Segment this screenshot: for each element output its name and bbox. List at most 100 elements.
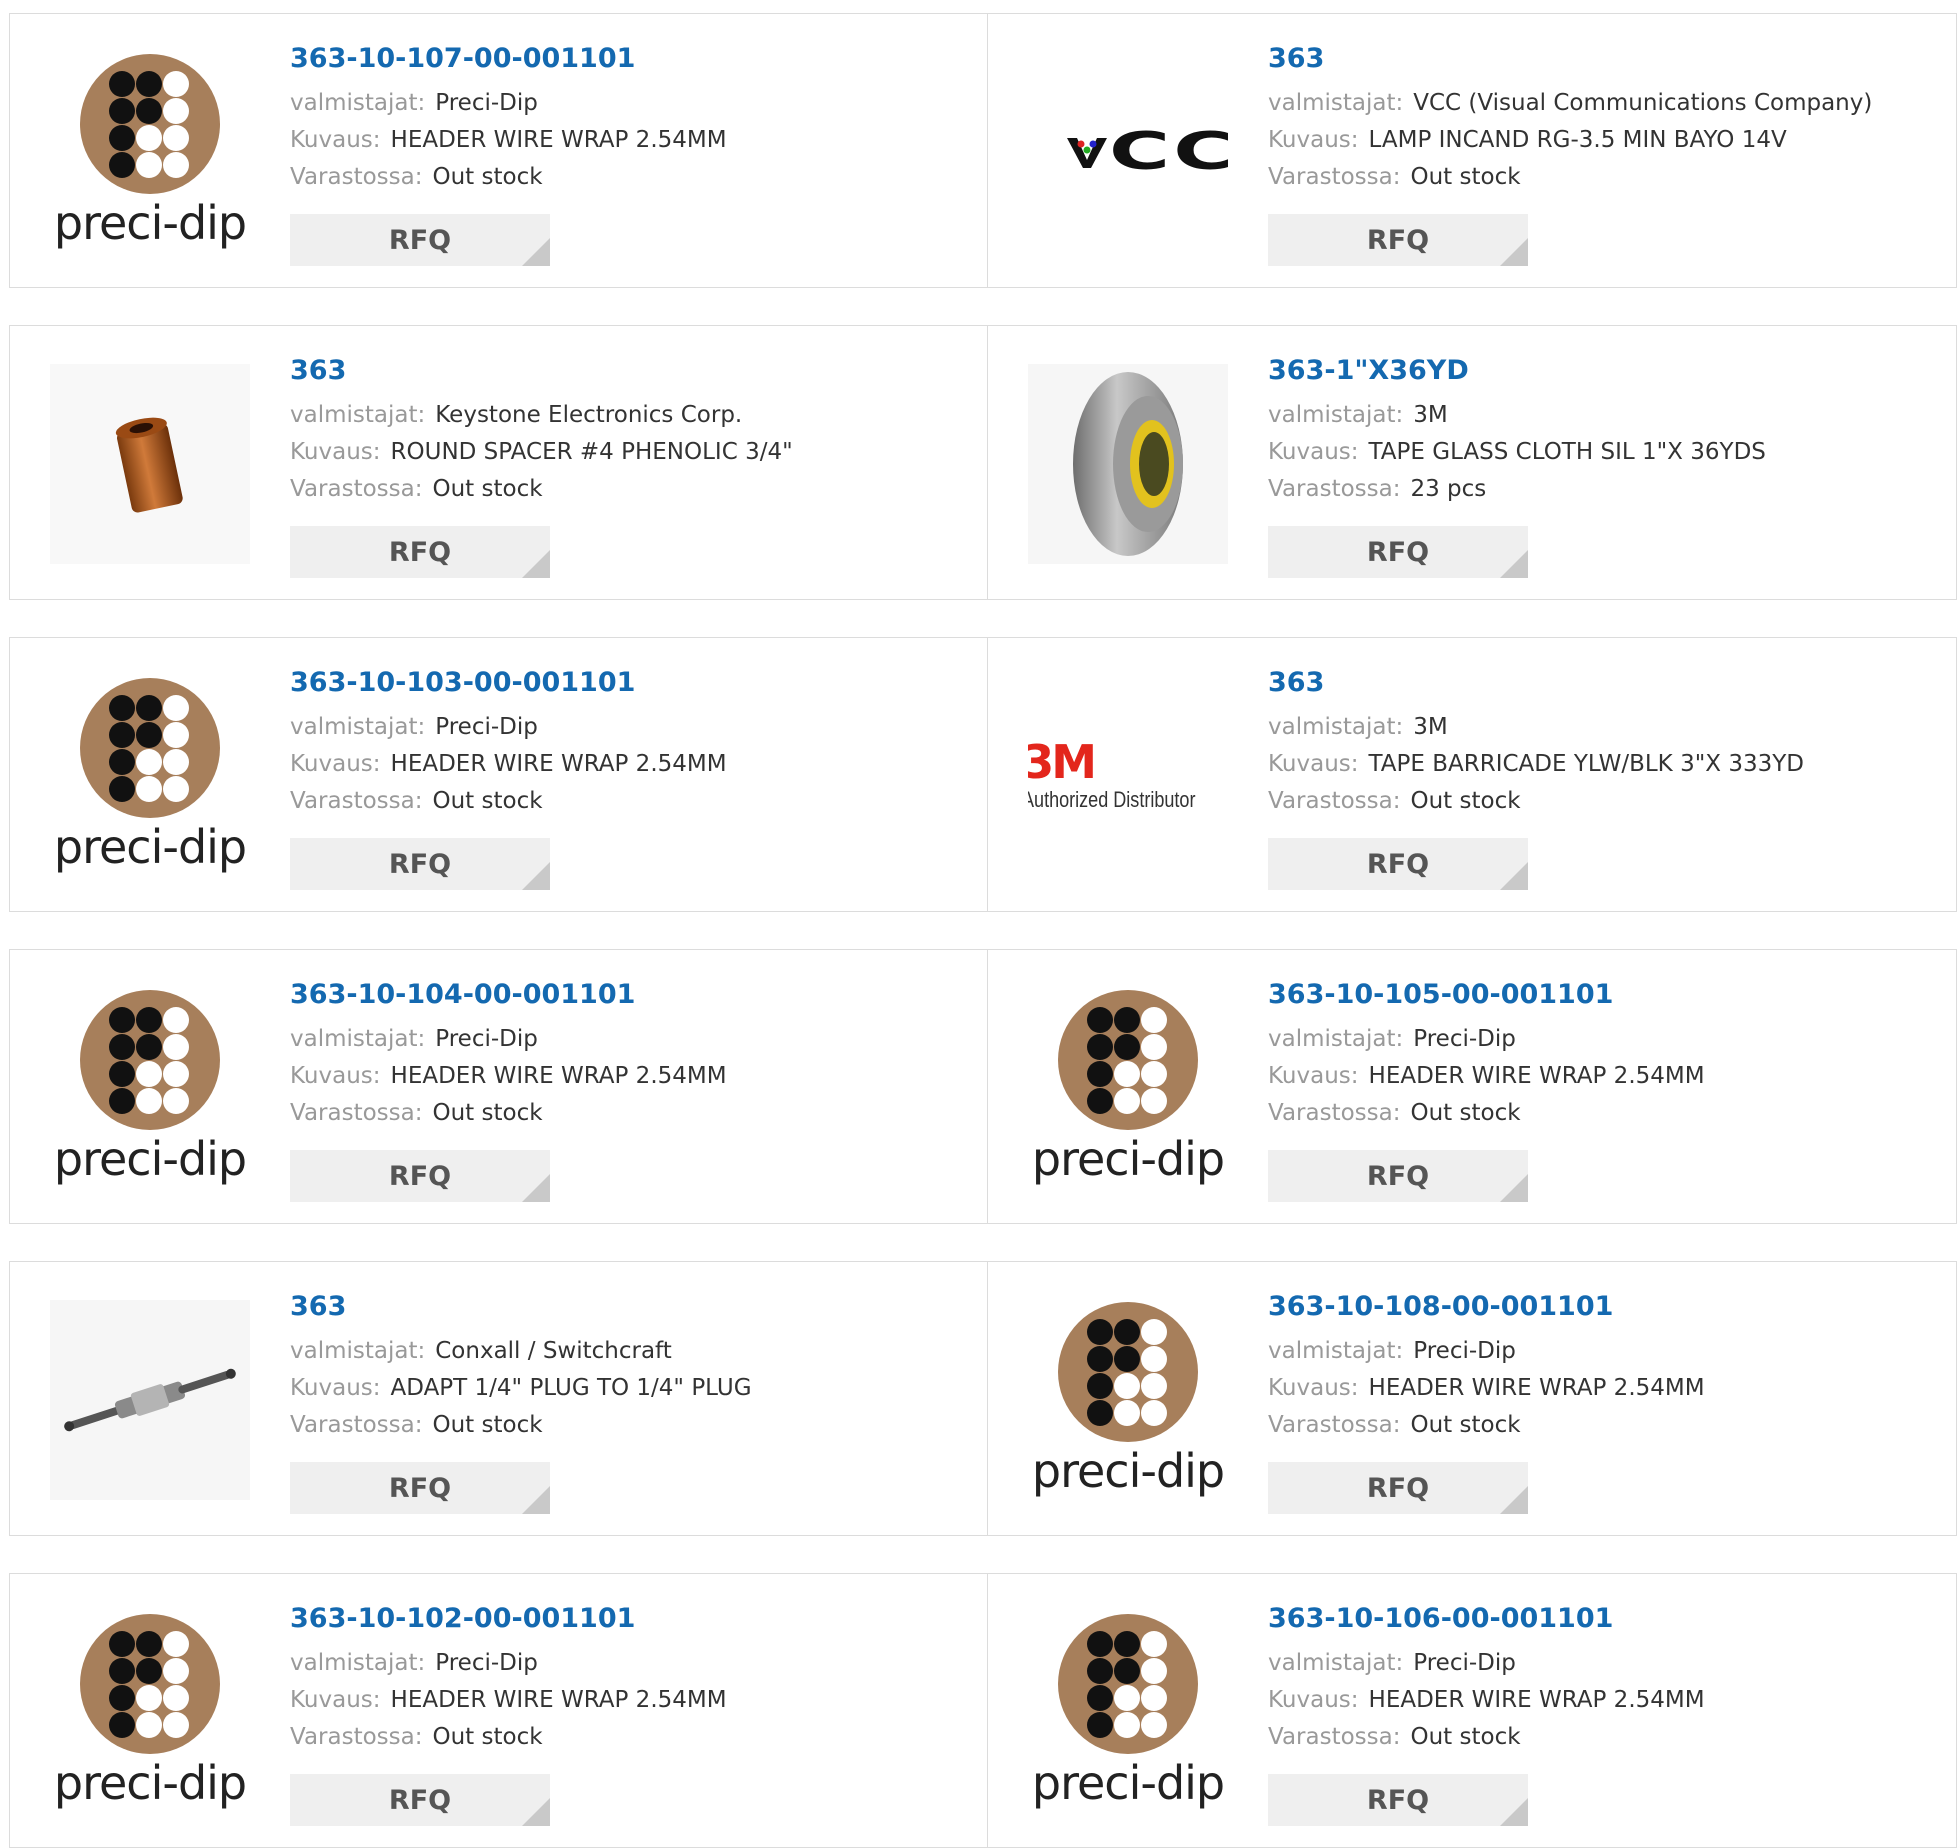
- manufacturer-label: valmistajat:: [1268, 402, 1404, 428]
- rfq-button[interactable]: RFQ: [290, 214, 550, 266]
- manufacturer-label: valmistajat:: [1268, 714, 1404, 740]
- rfq-button-label: RFQ: [388, 224, 452, 256]
- part-number-link[interactable]: 363: [1268, 41, 1946, 77]
- product-card: preci-dip 363-10-102-00-001101 valmistajat…: [9, 1573, 987, 1848]
- product-card: 363-1"X36YD valmistajat: 3M Kuvaus: TAPE GLA…: [987, 325, 1957, 600]
- manufacturer-row: valmistajat: Preci-Dip: [290, 85, 977, 122]
- description-value: HEADER WIRE WRAP 2.54MM: [390, 127, 727, 153]
- stock-value: Out stock: [432, 1100, 543, 1126]
- description-label: Kuvaus:: [1268, 1687, 1359, 1713]
- rfq-button-label: RFQ: [388, 848, 452, 880]
- rfq-button[interactable]: RFQ: [290, 1774, 550, 1826]
- product-info: 363-10-102-00-001101 valmistajat: Preci-Di…: [290, 1601, 977, 1756]
- rfq-button-label: RFQ: [388, 536, 452, 568]
- preci-dip-logo[interactable]: preci-dip: [1028, 1612, 1228, 1812]
- part-number-link[interactable]: 363-10-103-00-001101: [290, 665, 977, 701]
- preci-dip-logo[interactable]: preci-dip: [50, 52, 250, 252]
- product-info: 363-10-106-00-001101 valmistajat: Preci-Di…: [1268, 1601, 1946, 1756]
- preci-dip-logo[interactable]: preci-dip: [50, 676, 250, 876]
- part-number-link[interactable]: 363-10-105-00-001101: [1268, 977, 1946, 1013]
- rfq-button[interactable]: RFQ: [1268, 838, 1528, 890]
- description-row: Kuvaus: HEADER WIRE WRAP 2.54MM: [290, 122, 977, 159]
- description-value: HEADER WIRE WRAP 2.54MM: [1368, 1687, 1705, 1713]
- description-row: Kuvaus: HEADER WIRE WRAP 2.54MM: [290, 746, 977, 783]
- manufacturer-label: valmistajat:: [290, 90, 426, 116]
- part-number-link[interactable]: 363-10-107-00-001101: [290, 41, 977, 77]
- rfq-button-label: RFQ: [388, 1160, 452, 1192]
- rfq-button[interactable]: RFQ: [290, 838, 550, 890]
- rfq-button[interactable]: RFQ: [1268, 1462, 1528, 1514]
- stock-value: Out stock: [1410, 788, 1521, 814]
- rfq-button-label: RFQ: [388, 1784, 452, 1816]
- description-label: Kuvaus:: [1268, 127, 1359, 153]
- 3m-logo-text: 3M: [1028, 735, 1097, 789]
- rfq-button[interactable]: RFQ: [1268, 1774, 1528, 1826]
- manufacturer-label: valmistajat:: [1268, 1026, 1404, 1052]
- stock-label: Varastossa:: [290, 1100, 423, 1126]
- product-card: preci-dip 363-10-108-00-001101 valmistajat…: [987, 1261, 1957, 1536]
- rfq-button-label: RFQ: [388, 1472, 452, 1504]
- corner-triangle-icon: [1500, 1174, 1528, 1202]
- vcc-logo-text: CC: [1108, 122, 1228, 182]
- stock-label: Varastossa:: [1268, 788, 1401, 814]
- product-card: CC™ 363 valmistajat: VCC (Visual Communicat…: [987, 13, 1957, 288]
- part-number-link[interactable]: 363: [290, 353, 977, 389]
- manufacturer-value: Preci-Dip: [1413, 1338, 1516, 1364]
- description-value: HEADER WIRE WRAP 2.54MM: [390, 1063, 727, 1089]
- preci-dip-logo-text: preci-dip: [1031, 1132, 1225, 1186]
- part-number-link[interactable]: 363-10-108-00-001101: [1268, 1289, 1946, 1325]
- rfq-button-label: RFQ: [1366, 1160, 1430, 1192]
- stock-row: Varastossa: Out stock: [1268, 159, 1946, 196]
- manufacturer-label: valmistajat:: [290, 402, 426, 428]
- stock-value: Out stock: [1410, 1412, 1521, 1438]
- description-row: Kuvaus: ROUND SPACER #4 PHENOLIC 3/4": [290, 434, 977, 471]
- corner-triangle-icon: [522, 1486, 550, 1514]
- rfq-button-label: RFQ: [1366, 1472, 1430, 1504]
- description-row: Kuvaus: HEADER WIRE WRAP 2.54MM: [290, 1682, 977, 1719]
- stock-row: Varastossa: Out stock: [290, 783, 977, 820]
- part-number-link[interactable]: 363-10-104-00-001101: [290, 977, 977, 1013]
- preci-dip-logo[interactable]: preci-dip: [50, 988, 250, 1188]
- preci-dip-logo[interactable]: preci-dip: [1028, 988, 1228, 1188]
- description-value: HEADER WIRE WRAP 2.54MM: [390, 751, 727, 777]
- vcc-logo[interactable]: CC™: [1028, 52, 1228, 252]
- part-number-link[interactable]: 363: [1268, 665, 1946, 701]
- plug-adapter-photo[interactable]: [50, 1300, 250, 1500]
- stock-row: Varastossa: Out stock: [1268, 1407, 1946, 1444]
- manufacturer-value: Preci-Dip: [1413, 1650, 1516, 1676]
- preci-dip-logo[interactable]: preci-dip: [50, 1612, 250, 1812]
- description-value: TAPE GLASS CLOTH SIL 1"X 36YDS: [1368, 439, 1766, 465]
- rfq-button[interactable]: RFQ: [1268, 526, 1528, 578]
- part-number-link[interactable]: 363: [290, 1289, 977, 1325]
- tape-roll-photo[interactable]: [1028, 364, 1228, 564]
- preci-dip-logo-text: preci-dip: [53, 820, 247, 874]
- description-value: ADAPT 1/4" PLUG TO 1/4" PLUG: [390, 1375, 752, 1401]
- part-number-link[interactable]: 363-1"X36YD: [1268, 353, 1946, 389]
- stock-row: Varastossa: 23 pcs: [1268, 471, 1946, 508]
- stock-value: Out stock: [1410, 1100, 1521, 1126]
- stock-label: Varastossa:: [290, 788, 423, 814]
- rfq-button[interactable]: RFQ: [290, 1150, 550, 1202]
- part-number-link[interactable]: 363-10-106-00-001101: [1268, 1601, 1946, 1637]
- rfq-button[interactable]: RFQ: [1268, 1150, 1528, 1202]
- stock-label: Varastossa:: [290, 476, 423, 502]
- rfq-button[interactable]: RFQ: [1268, 214, 1528, 266]
- part-number-link[interactable]: 363-10-102-00-001101: [290, 1601, 977, 1637]
- description-label: Kuvaus:: [290, 1063, 381, 1089]
- manufacturer-row: valmistajat: Preci-Dip: [290, 709, 977, 746]
- description-row: Kuvaus: HEADER WIRE WRAP 2.54MM: [290, 1058, 977, 1095]
- stock-label: Varastossa:: [1268, 164, 1401, 190]
- description-value: LAMP INCAND RG-3.5 MIN BAYO 14V: [1368, 127, 1787, 153]
- 3m-authorized-distributor-logo[interactable]: 3M Authorized Distributor: [1028, 676, 1228, 876]
- spacer-photo[interactable]: [50, 364, 250, 564]
- rfq-button[interactable]: RFQ: [290, 1462, 550, 1514]
- description-label: Kuvaus:: [290, 1375, 381, 1401]
- corner-triangle-icon: [1500, 238, 1528, 266]
- rfq-button[interactable]: RFQ: [290, 526, 550, 578]
- product-info: 363-10-107-00-001101 valmistajat: Preci-Di…: [290, 41, 977, 196]
- preci-dip-logo[interactable]: preci-dip: [1028, 1300, 1228, 1500]
- description-value: HEADER WIRE WRAP 2.54MM: [1368, 1063, 1705, 1089]
- stock-row: Varastossa: Out stock: [290, 1407, 977, 1444]
- description-label: Kuvaus:: [1268, 1375, 1359, 1401]
- manufacturer-value: Conxall / Switchcraft: [435, 1338, 672, 1364]
